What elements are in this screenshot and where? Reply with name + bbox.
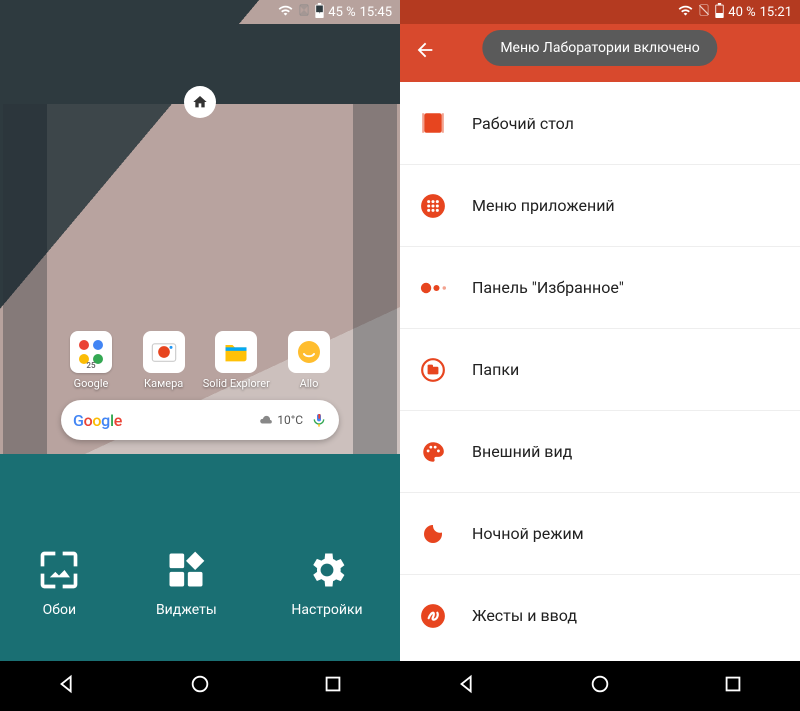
row-label: Внешний вид [472, 442, 572, 461]
wallpaper-icon [37, 548, 81, 592]
row-label: Жесты и ввод [472, 606, 577, 625]
settings-row-folders[interactable]: Папки [400, 328, 800, 410]
nav-recent[interactable] [322, 673, 344, 699]
toast-text: Меню Лаборатории включено [500, 40, 699, 56]
gear-icon [305, 548, 349, 592]
settings-row-app-drawer[interactable]: Меню приложений [400, 164, 800, 246]
app-label: Google [74, 377, 109, 390]
app-label: Камера [144, 377, 183, 390]
arrow-back-icon [414, 39, 436, 61]
svg-text:25: 25 [86, 361, 96, 370]
palette-icon [420, 439, 446, 465]
google-logo: Google [73, 411, 122, 430]
nav-bar [0, 661, 400, 711]
solid-explorer-icon [215, 331, 257, 373]
moon-icon [420, 521, 446, 547]
page-preview-current[interactable]: 25 Google Камера Solid Explorer [47, 104, 353, 454]
row-label: Ночной режим [472, 524, 584, 543]
app-label: Solid Explorer [203, 377, 270, 390]
app-solid-explorer[interactable]: Solid Explorer [206, 331, 266, 390]
dock-icon [420, 275, 446, 301]
google-search-widget[interactable]: Google 10°C [61, 400, 339, 440]
option-label: Обои [43, 602, 76, 618]
settings-list: Рабочий стол Меню приложений Панель "Изб… [400, 82, 800, 661]
no-sim-icon [697, 3, 711, 21]
status-bar: 40 % 15:21 [400, 0, 800, 24]
phone-left-home-editor: 45 % 15:45 25 Google Камера [0, 0, 400, 711]
page-preview-strip: 25 Google Камера Solid Explorer [0, 104, 400, 454]
cloud-icon [259, 413, 273, 427]
wallpaper-button[interactable]: Обои [37, 548, 81, 618]
nav-back[interactable] [56, 673, 78, 699]
phone-right-nova-settings: 40 % 15:21 Меню Лаборатории включено Раб… [400, 0, 800, 711]
desktop-icon [420, 110, 446, 136]
toast-labs-enabled: Меню Лаборатории включено [482, 30, 717, 66]
nav-back[interactable] [456, 673, 478, 699]
option-label: Виджеты [156, 602, 217, 618]
status-bar: 45 % 15:45 [0, 0, 400, 24]
weather-chip[interactable]: 10°C [259, 413, 303, 427]
page-preview-left[interactable] [3, 104, 47, 454]
camera-icon [143, 331, 185, 373]
row-label: Рабочий стол [472, 114, 574, 133]
nav-home[interactable] [189, 673, 211, 699]
nav-recent[interactable] [722, 673, 744, 699]
app-google-folder[interactable]: 25 Google [61, 331, 121, 390]
settings-row-dock[interactable]: Панель "Избранное" [400, 246, 800, 328]
gesture-icon [420, 603, 446, 629]
nav-bar [400, 661, 800, 711]
page-preview-right[interactable] [353, 104, 397, 454]
widgets-button[interactable]: Виджеты [156, 548, 217, 618]
battery-text: 45 % [328, 5, 355, 20]
folder-icon [420, 357, 446, 383]
row-label: Папки [472, 360, 519, 379]
app-camera[interactable]: Камера [134, 331, 194, 390]
option-label: Настройки [291, 602, 362, 618]
app-allo[interactable]: Allo [279, 331, 339, 390]
home-icon [192, 94, 208, 110]
no-sim-icon [297, 3, 311, 21]
clock-text: 15:45 [360, 5, 392, 20]
wifi-icon [678, 3, 693, 22]
settings-row-desktop[interactable]: Рабочий стол [400, 82, 800, 164]
home-apps-row: 25 Google Камера Solid Explorer [61, 331, 339, 390]
wifi-icon [278, 3, 293, 22]
settings-row-look-feel[interactable]: Внешний вид [400, 410, 800, 492]
clock-text: 15:21 [760, 5, 792, 20]
battery-text: 40 % [728, 5, 755, 20]
settings-button[interactable]: Настройки [291, 548, 362, 618]
nav-home[interactable] [589, 673, 611, 699]
app-label: Allo [300, 377, 319, 390]
home-options-panel: Обои Виджеты Настройки [0, 454, 400, 661]
settings-row-night-mode[interactable]: Ночной режим [400, 492, 800, 574]
google-folder-icon: 25 [70, 331, 112, 373]
mic-icon[interactable] [311, 412, 327, 428]
row-label: Панель "Избранное" [472, 278, 624, 297]
apps-grid-icon [420, 193, 446, 219]
weather-temp: 10°C [277, 413, 303, 427]
settings-row-gestures[interactable]: Жесты и ввод [400, 574, 800, 656]
back-button[interactable] [414, 39, 436, 67]
battery-icon [315, 3, 324, 22]
row-label: Меню приложений [472, 196, 615, 215]
default-page-indicator[interactable] [184, 86, 216, 118]
battery-icon [715, 3, 724, 22]
allo-icon [288, 331, 330, 373]
widgets-icon [164, 548, 208, 592]
